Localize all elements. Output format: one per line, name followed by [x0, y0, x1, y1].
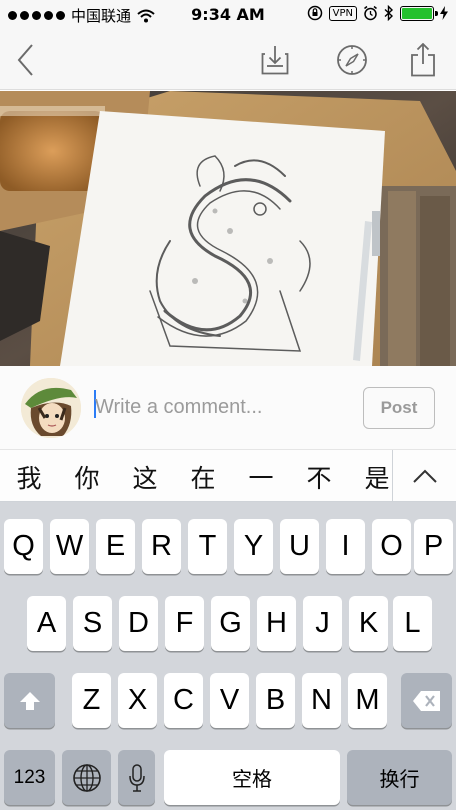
battery-icon [400, 5, 438, 21]
artwork-illustration [0, 91, 456, 366]
candidate-word[interactable]: 在 [183, 459, 223, 495]
key-k[interactable]: K [349, 596, 388, 651]
charging-icon [440, 6, 448, 20]
key-v[interactable]: V [210, 673, 249, 728]
compass-icon [337, 45, 367, 75]
key-n[interactable]: N [302, 673, 341, 728]
shift-arrow-icon [19, 691, 40, 710]
key-x[interactable]: X [118, 673, 157, 728]
user-avatar [21, 378, 81, 438]
chevron-left-icon [17, 44, 33, 76]
vpn-badge: VPN [328, 5, 357, 21]
candidate-word[interactable]: 是 [357, 459, 397, 495]
candidate-word[interactable]: 你 [67, 459, 107, 495]
post-button[interactable]: Post [363, 387, 435, 429]
delete-key[interactable] [401, 673, 452, 728]
comment-bar: Post [0, 366, 456, 450]
key-j[interactable]: J [303, 596, 342, 651]
key-r[interactable]: R [142, 519, 181, 574]
chevron-up-icon [412, 469, 437, 483]
rotation-lock-icon [307, 5, 322, 21]
shift-key[interactable] [4, 673, 55, 728]
key-i[interactable]: I [326, 519, 365, 574]
globe-icon [72, 763, 101, 792]
avatar-illustration [21, 378, 81, 438]
navigation-bar [0, 30, 456, 90]
key-o[interactable]: O [372, 519, 411, 574]
status-right: VPN [307, 5, 448, 21]
key-z[interactable]: Z [72, 673, 111, 728]
key-q[interactable]: Q [4, 519, 43, 574]
key-m[interactable]: M [348, 673, 387, 728]
key-f[interactable]: F [165, 596, 204, 651]
save-to-tray-icon [261, 46, 289, 75]
backspace-icon [412, 690, 440, 711]
expand-candidates-button[interactable] [392, 450, 456, 502]
dictation-key[interactable] [118, 750, 155, 805]
candidate-word[interactable]: 一 [241, 459, 281, 495]
candidate-word[interactable]: 这 [125, 459, 165, 495]
compass-button[interactable] [332, 40, 372, 80]
space-key[interactable]: 空格 [164, 750, 340, 805]
key-u[interactable]: U [280, 519, 319, 574]
alarm-icon [364, 5, 377, 21]
key-c[interactable]: C [164, 673, 203, 728]
return-key[interactable]: 换行 [347, 750, 452, 805]
back-button[interactable] [6, 40, 46, 80]
key-t[interactable]: T [188, 519, 227, 574]
key-d[interactable]: D [119, 596, 158, 651]
comment-input[interactable] [95, 391, 345, 423]
ime-candidate-bar: 我 你 这 在 一 不 是 [0, 450, 456, 502]
key-b[interactable]: B [256, 673, 295, 728]
microphone-icon [128, 763, 145, 792]
key-y[interactable]: Y [234, 519, 273, 574]
keyboard: Q W E R T Y U I O P A S D F G H J K L Z … [0, 502, 456, 810]
key-a[interactable]: A [27, 596, 66, 651]
share-button[interactable] [403, 40, 443, 80]
key-l[interactable]: L [393, 596, 432, 651]
numbers-key[interactable]: 123 [4, 750, 55, 805]
save-button[interactable] [255, 40, 295, 80]
key-g[interactable]: G [211, 596, 250, 651]
candidate-word[interactable]: 我 [9, 459, 49, 495]
key-w[interactable]: W [50, 519, 89, 574]
status-bar: 中国联通 9:34 AM VPN [0, 0, 456, 30]
key-p[interactable]: P [414, 519, 453, 574]
candidate-word[interactable]: 不 [299, 459, 339, 495]
language-key[interactable] [62, 750, 111, 805]
key-e[interactable]: E [96, 519, 135, 574]
artwork-image [0, 91, 456, 366]
key-s[interactable]: S [73, 596, 112, 651]
bluetooth-icon [384, 5, 394, 21]
key-h[interactable]: H [257, 596, 296, 651]
share-icon [411, 43, 435, 77]
